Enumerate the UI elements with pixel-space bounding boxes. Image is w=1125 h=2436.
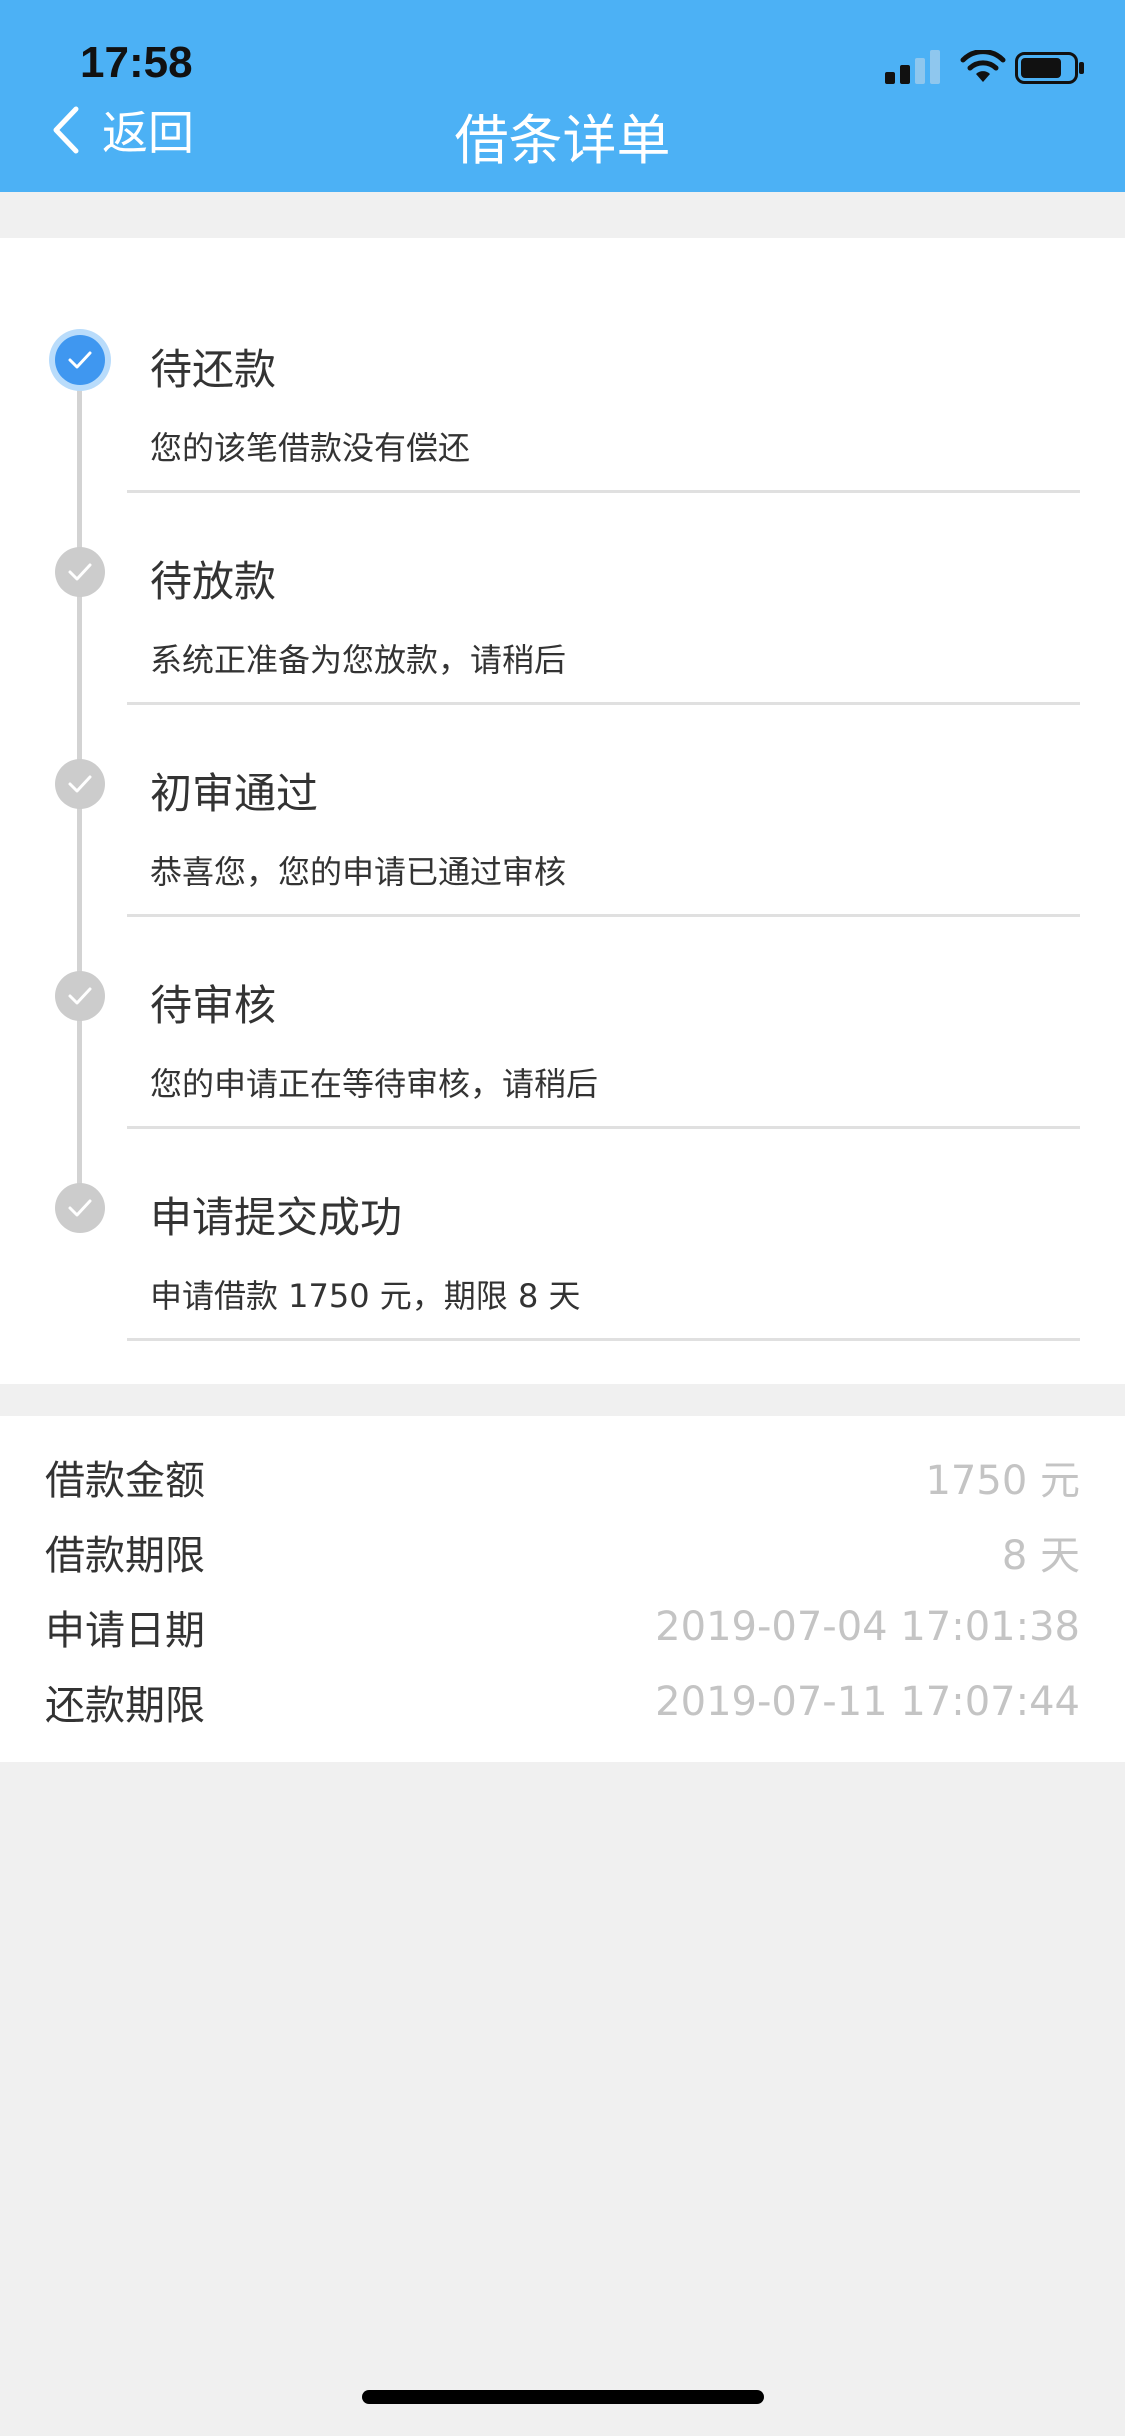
- timeline-step: 申请提交成功 申请借款 1750 元，期限 8 天: [0, 1086, 1125, 1341]
- check-icon: [55, 1183, 105, 1233]
- status-time: 17:58: [80, 38, 193, 87]
- step-title: 申请提交成功: [150, 1193, 403, 1242]
- info-value: 2019-07-04 17:01:38: [655, 1604, 1080, 1650]
- info-row-amount: 借款金额 1750 元: [45, 1447, 1080, 1507]
- check-icon: [55, 971, 105, 1021]
- info-label: 还款期限: [45, 1683, 205, 1729]
- info-row-apply-date: 申请日期 2019-07-04 17:01:38: [45, 1597, 1080, 1657]
- wifi-icon: [960, 50, 1006, 82]
- step-title: 待还款: [150, 345, 277, 394]
- check-icon: [55, 759, 105, 809]
- step-description: 申请借款 1750 元，期限 8 天: [150, 1277, 581, 1315]
- step-title: 待放款: [150, 557, 277, 606]
- info-value: 2019-07-11 17:07:44: [655, 1679, 1080, 1725]
- info-value: 8 天: [1001, 1533, 1080, 1579]
- check-icon: [55, 335, 105, 385]
- timeline-step: 待放款 系统正准备为您放款，请稍后: [0, 450, 1125, 705]
- progress-timeline: 待还款 您的该笔借款没有偿还 待放款 系统正准备为您放款，请稍后 初审通过 恭喜…: [0, 238, 1125, 1384]
- timeline-step: 待审核 您的申请正在等待审核，请稍后: [0, 874, 1125, 1129]
- info-value: 1750 元: [925, 1458, 1080, 1504]
- info-row-term: 借款期限 8 天: [45, 1522, 1080, 1582]
- step-title: 待审核: [150, 981, 277, 1030]
- info-label: 借款金额: [45, 1458, 205, 1504]
- timeline-step: 初审通过 恭喜您，您的申请已通过审核: [0, 662, 1125, 917]
- nav-header: 17:58 返回 借条详单: [0, 0, 1125, 192]
- loan-info-panel: 借款金额 1750 元 借款期限 8 天 申请日期 2019-07-04 17:…: [0, 1416, 1125, 1762]
- step-title: 初审通过: [150, 769, 319, 818]
- info-label: 申请日期: [45, 1608, 205, 1654]
- signal-icon: [885, 50, 940, 84]
- home-indicator[interactable]: [362, 2390, 764, 2404]
- check-icon: [55, 547, 105, 597]
- page-title: 借条详单: [454, 109, 671, 172]
- info-row-due-date: 还款期限 2019-07-11 17:07:44: [45, 1672, 1080, 1732]
- divider: [127, 1338, 1080, 1341]
- timeline-step: 待还款 您的该笔借款没有偿还: [0, 238, 1125, 493]
- battery-icon: [1015, 52, 1084, 84]
- info-label: 借款期限: [45, 1533, 205, 1579]
